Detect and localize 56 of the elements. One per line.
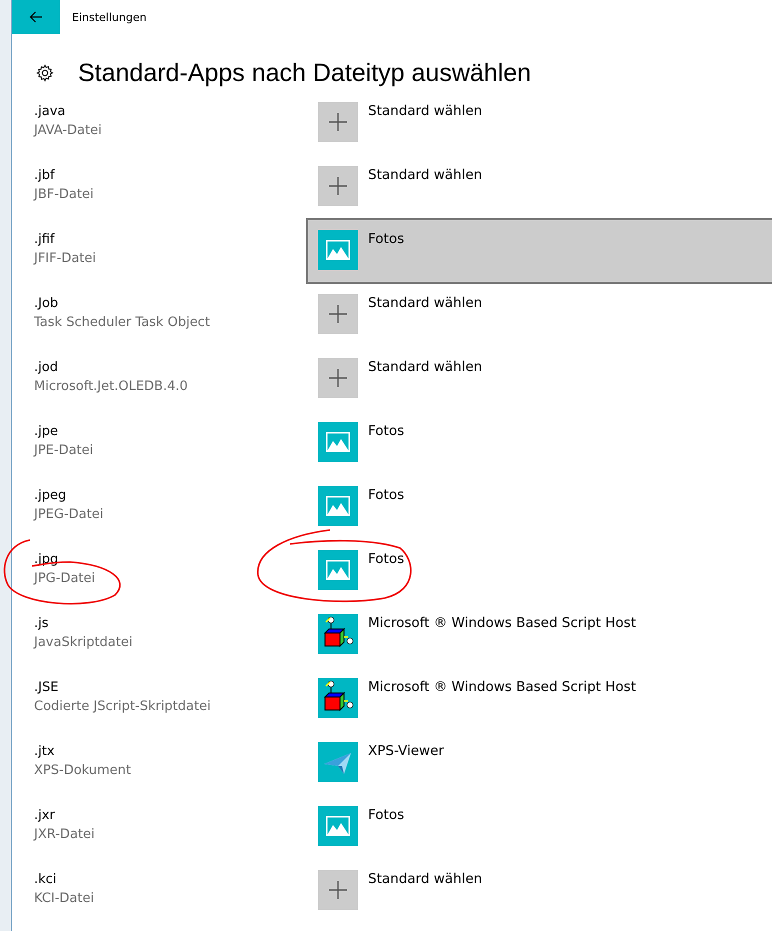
- file-extension: .Job: [34, 295, 60, 313]
- default-app-button[interactable]: Fotos: [306, 218, 772, 284]
- default-app-button[interactable]: XPS-Viewer: [306, 730, 772, 794]
- default-app-button[interactable]: Standard wählen: [306, 282, 772, 346]
- arrow-icon: [29, 11, 43, 23]
- file-extension: .js: [34, 615, 50, 633]
- default-app-button[interactable]: Microsoft ® Windows Based Script Host: [306, 602, 772, 666]
- default-app-button[interactable]: Fotos: [306, 538, 772, 602]
- plus-icon: [318, 102, 358, 142]
- file-extension: .jpeg: [34, 487, 68, 505]
- default-app-button[interactable]: Standard wählen: [306, 346, 772, 410]
- paper-plane-icon: [318, 742, 358, 782]
- file-type-description: JXR-Datei: [34, 826, 96, 844]
- default-app-button[interactable]: Standard wählen: [306, 858, 772, 922]
- photo-icon: [318, 422, 358, 462]
- file-type-description: Microsoft.Jet.OLEDB.4.0: [34, 378, 189, 396]
- default-app-button[interactable]: Fotos: [306, 474, 772, 538]
- cube-icon: [318, 678, 358, 718]
- file-extension: .java: [34, 103, 66, 121]
- default-app-button[interactable]: Fotos: [306, 794, 772, 858]
- file-extension: .kci: [34, 871, 58, 889]
- file-extension: .jod: [34, 359, 59, 377]
- file-type-description: JavaSkriptdatei: [34, 634, 134, 652]
- file-type-description: XPS-Dokument: [34, 762, 132, 780]
- photo-icon: [318, 806, 358, 846]
- file-extension: .jbf: [34, 167, 56, 185]
- file-extension: .jtx: [34, 743, 56, 761]
- plus-icon: [318, 166, 358, 206]
- back-button[interactable]: [12, 0, 60, 34]
- default-app-button[interactable]: Microsoft ® Windows Based Script Host: [306, 666, 772, 730]
- file-type-description: JPEG-Datei: [34, 506, 104, 524]
- plus-icon: [318, 358, 358, 398]
- photo-icon: [318, 486, 358, 526]
- file-type-description: JFIF-Datei: [34, 250, 97, 268]
- plus-icon: [318, 870, 358, 910]
- window-title: Einstellungen: [72, 10, 147, 24]
- file-type-description: KCI-Datei: [34, 890, 96, 908]
- photo-icon: [318, 550, 358, 590]
- photo-icon: [318, 230, 358, 270]
- default-app-button[interactable]: Standard wählen: [306, 90, 772, 154]
- file-type-description: Codierte JScript-Skriptdatei: [34, 698, 212, 716]
- page-title: Standard-Apps nach Dateityp auswählen: [78, 58, 532, 88]
- cube-icon: [318, 614, 358, 654]
- plus-icon: [318, 294, 358, 334]
- default-app-button[interactable]: Standard wählen: [306, 154, 772, 218]
- file-type-description: JPG-Datei: [34, 570, 96, 588]
- file-type-description: JAVA-Datei: [34, 122, 103, 140]
- file-type-description: JPE-Datei: [34, 442, 94, 460]
- settings-icon: [36, 64, 54, 82]
- file-extension: .jfif: [34, 231, 56, 249]
- file-type-description: Task Scheduler Task Object: [34, 314, 211, 332]
- file-extension: .jpe: [34, 423, 59, 441]
- default-app-button[interactable]: Fotos: [306, 410, 772, 474]
- file-extension: .JSE: [34, 679, 60, 697]
- file-type-description: JBF-Datei: [34, 186, 95, 204]
- file-extension: .jxr: [34, 807, 56, 825]
